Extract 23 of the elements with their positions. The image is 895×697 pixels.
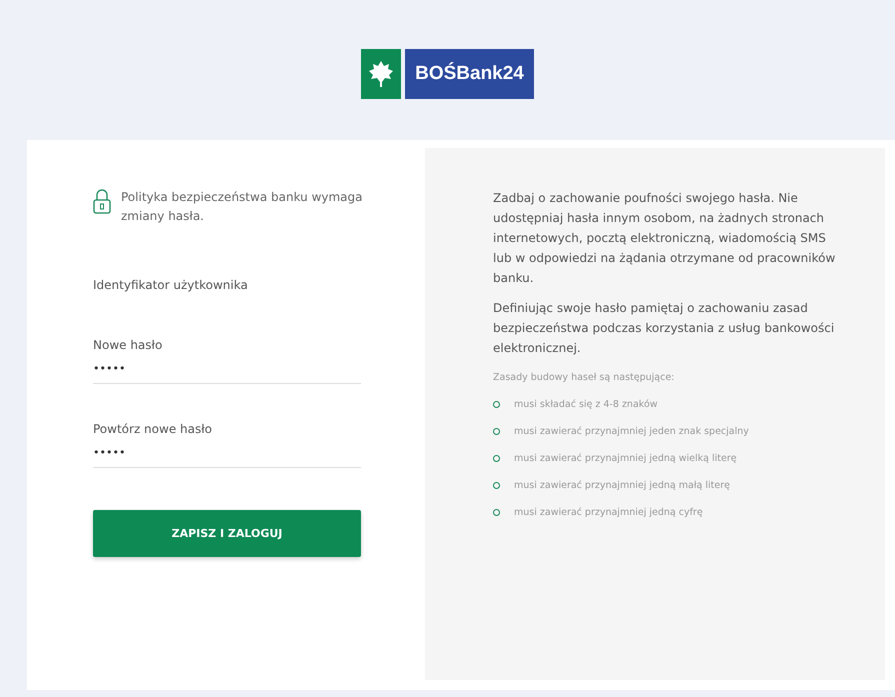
rule-text: musi zawierać przynajmniej jeden znak specjalny — [514, 426, 749, 437]
rules-title: Zasady budowy haseł są następujące: — [493, 372, 676, 383]
logo-text: BOŚBank24 — [405, 49, 534, 99]
password-field[interactable]: ••••• — [93, 362, 361, 375]
notice-text: Polityka bezpieczeństwa banku wymaga zmiany hasła. — [121, 189, 364, 225]
rule-text: musi zawierać przynajmniej jedną wielką literę — [514, 453, 737, 464]
leaf-icon — [368, 60, 394, 88]
bullet-icon — [493, 428, 500, 435]
field-label: Identyfikator użytkownika — [93, 278, 249, 292]
submit-button[interactable]: ZAPISZ I ZALOGUJ — [93, 510, 361, 557]
field-label: Nowe hasło — [93, 338, 164, 352]
rule-text: musi zawierać przynajmniej jedną małą literę — [514, 480, 730, 491]
bullet-icon — [493, 482, 500, 489]
info-paragraph: Zadbaj o zachowanie poufności swojego hasła. Nie udostępniaj hasła innym osobom, na żadnych stronach internetowych, pocztą elektroniczną, wiadomością SMS lub w odpowiedzi na żądania otrzymane od pracowników banku. — [493, 190, 836, 287]
rule-text: musi składać się z 4-8 znaków — [514, 399, 658, 410]
rule-text: musi zawierać przynajmniej jedną cyfrę — [514, 507, 703, 518]
info-paragraph: Definiując swoje hasło pamiętaj o zachowaniu zasad bezpieczeństwa podczas korzystania z usług bankowości elektronicznej. — [493, 300, 836, 357]
bullet-icon — [493, 455, 500, 462]
bullet-icon — [493, 509, 500, 516]
bullet-icon — [493, 401, 500, 408]
field-label: Powtórz nowe hasło — [93, 422, 213, 436]
password-field[interactable]: ••••• — [93, 446, 361, 459]
lock-icon — [93, 188, 111, 214]
